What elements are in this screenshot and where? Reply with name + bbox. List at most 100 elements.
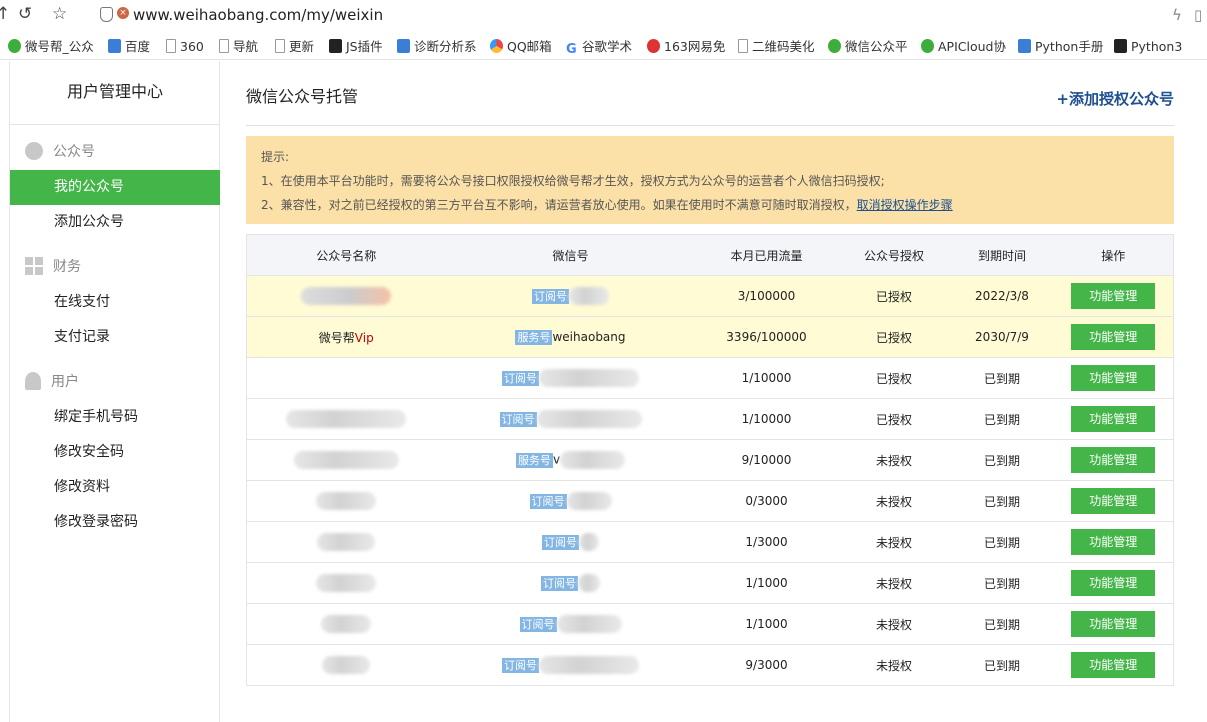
bookmark-item[interactable]: APICloud协 [921, 38, 1006, 56]
apicloud-icon [921, 39, 934, 53]
notice-line-2-text: 2、兼容性，对之前已经授权的第三方平台互不影响，请运营者放心使用。如果在使用时不… [261, 198, 857, 212]
bookmark-item[interactable]: QQ邮箱 [490, 38, 552, 56]
col-header-name: 公众号名称 [246, 234, 446, 276]
lightning-icon[interactable]: ϟ [1172, 5, 1182, 25]
sidebar-item-edit-profile[interactable]: 修改资料 [10, 470, 220, 505]
bookmark-item[interactable]: Python手册 [1018, 38, 1103, 56]
redacted-name [322, 656, 371, 674]
account-type-tag: 服务号 [515, 329, 553, 345]
reload-icon[interactable]: ↺ [18, 3, 32, 25]
cell-expire: 已到期 [950, 439, 1054, 481]
manage-button[interactable]: 功能管理 [1071, 447, 1156, 473]
manage-button[interactable]: 功能管理 [1071, 324, 1156, 350]
account-type-tag: 订阅号 [541, 575, 578, 591]
manage-button[interactable]: 功能管理 [1071, 529, 1156, 555]
table-row: 订阅号 9/3000 未授权 已到期 功能管理 [246, 644, 1174, 686]
manage-button[interactable]: 功能管理 [1071, 570, 1156, 596]
col-header-action: 操作 [1053, 234, 1174, 276]
cell-auth: 未授权 [837, 562, 951, 604]
sidebar-item-security-code[interactable]: 修改安全码 [10, 435, 220, 470]
tab-menu-icon[interactable]: ▯ [1194, 5, 1202, 25]
bookmark-item[interactable]: 163网易免 [647, 38, 725, 56]
divider [246, 125, 1174, 126]
bookmark-item[interactable]: 更新 [275, 38, 314, 56]
accounts-table: 公众号名称 微信号 本月已用流量 公众号授权 到期时间 操作 订阅号 3/100… [246, 234, 1174, 686]
bookmark-item[interactable]: 360 [166, 38, 204, 56]
manage-button[interactable]: 功能管理 [1071, 488, 1156, 514]
sidebar-item-online-payment[interactable]: 在线支付 [10, 285, 220, 320]
book-icon [1114, 39, 1127, 53]
table-row: 服务号 v 9/10000 未授权 已到期 功能管理 [246, 439, 1174, 481]
table-row: 订阅号 1/10000 已授权 已到期 功能管理 [246, 398, 1174, 440]
redacted-wxid [539, 656, 639, 674]
table-row: 订阅号 1/1000 未授权 已到期 功能管理 [246, 603, 1174, 645]
cell-expire: 2030/7/9 [950, 316, 1054, 358]
page-icon [219, 39, 229, 53]
account-type-tag: 订阅号 [519, 616, 557, 632]
sidebar-item-my-accounts[interactable]: 我的公众号 [10, 170, 220, 205]
cell-wxid: 订阅号 [445, 644, 696, 686]
sidebar-item-payment-records[interactable]: 支付记录 [10, 320, 220, 355]
cell-expire: 已到期 [950, 398, 1054, 440]
bookmark-item[interactable]: 导航 [219, 38, 258, 56]
cell-wxid: 订阅号 [445, 521, 696, 563]
bookmark-item[interactable]: 微号帮_公众 [8, 38, 94, 56]
table-row: 订阅号 1/3000 未授权 已到期 功能管理 [246, 521, 1174, 563]
account-type-tag: 订阅号 [502, 370, 539, 386]
sidebar: 用户管理中心 公众号 我的公众号 添加公众号 财务 在线支付 支付记录 用户 绑… [9, 61, 220, 722]
sidebar-item-add-account[interactable]: 添加公众号 [10, 205, 220, 240]
redacted-wxid [539, 369, 639, 387]
cell-name [246, 275, 446, 317]
url-field[interactable]: www.weihaobang.com/my/weixin [133, 5, 383, 25]
cell-auth: 已授权 [837, 275, 951, 317]
bookmark-item[interactable]: G 谷歌学术 [566, 38, 633, 57]
cancel-auth-steps-link[interactable]: 取消授权操作步骤 [857, 198, 953, 212]
manage-button[interactable]: 功能管理 [1071, 283, 1156, 309]
bookmark-item[interactable]: 诊断分析系 [397, 38, 477, 56]
cell-action: 功能管理 [1053, 316, 1174, 358]
account-name: 微号帮 [318, 330, 355, 345]
bookmark-item[interactable]: 微信公众平 [828, 38, 908, 56]
add-authorized-account-link[interactable]: +添加授权公众号 [1056, 88, 1174, 109]
notice-line-2: 2、兼容性，对之前已经授权的第三方平台互不影响，请运营者放心使用。如果在使用时不… [261, 193, 1159, 217]
cell-expire: 已到期 [950, 480, 1054, 522]
cell-wxid: 订阅号 [445, 357, 696, 399]
cell-action: 功能管理 [1053, 521, 1174, 563]
account-type-tag: 订阅号 [529, 493, 567, 509]
section-finance: 财务 [25, 257, 81, 277]
wechat-id: weihaobang [552, 329, 626, 344]
bookmark-label: JS插件 [346, 39, 383, 54]
page-icon [275, 39, 285, 53]
wechat-icon [828, 39, 841, 53]
bookmark-item[interactable]: 二维码美化 [738, 38, 815, 56]
chat-bubble-icon [25, 142, 43, 160]
bookmark-item[interactable]: 百度 [108, 38, 150, 56]
star-icon[interactable]: ☆ [52, 3, 67, 25]
bookmark-label: 163网易免 [664, 39, 726, 54]
cell-auth: 未授权 [837, 480, 951, 522]
sidebar-item-change-password[interactable]: 修改登录密码 [10, 505, 220, 540]
manage-button[interactable]: 功能管理 [1071, 406, 1156, 432]
cell-auth: 未授权 [837, 439, 951, 481]
bookmark-item[interactable]: Python3 [1114, 38, 1182, 56]
cell-wxid: 订阅号 [445, 603, 696, 645]
manage-button[interactable]: 功能管理 [1071, 611, 1156, 637]
cell-expire: 2022/3/8 [950, 275, 1054, 317]
cell-traffic: 3/100000 [695, 275, 838, 317]
manage-button[interactable]: 功能管理 [1071, 652, 1156, 678]
page-icon [738, 39, 748, 53]
cell-auth: 已授权 [837, 316, 951, 358]
back-icon[interactable]: ↑ [0, 3, 10, 25]
table-row: 微号帮Vip 服务号 weihaobang 3396/100000 已授权 203… [246, 316, 1174, 358]
notice-heading: 提示: [261, 150, 290, 164]
manage-button[interactable]: 功能管理 [1071, 365, 1156, 391]
cell-expire: 已到期 [950, 644, 1054, 686]
bookmark-label: 谷歌学术 [582, 39, 633, 54]
cell-traffic: 1/3000 [695, 521, 838, 563]
cell-action: 功能管理 [1053, 357, 1174, 399]
cell-name: 微号帮Vip [246, 316, 446, 358]
bookmark-item[interactable]: JS插件 [329, 38, 383, 56]
security-shield-icon[interactable] [100, 7, 113, 22]
redacted-wxid [566, 492, 612, 510]
sidebar-item-bind-phone[interactable]: 绑定手机号码 [10, 400, 220, 435]
